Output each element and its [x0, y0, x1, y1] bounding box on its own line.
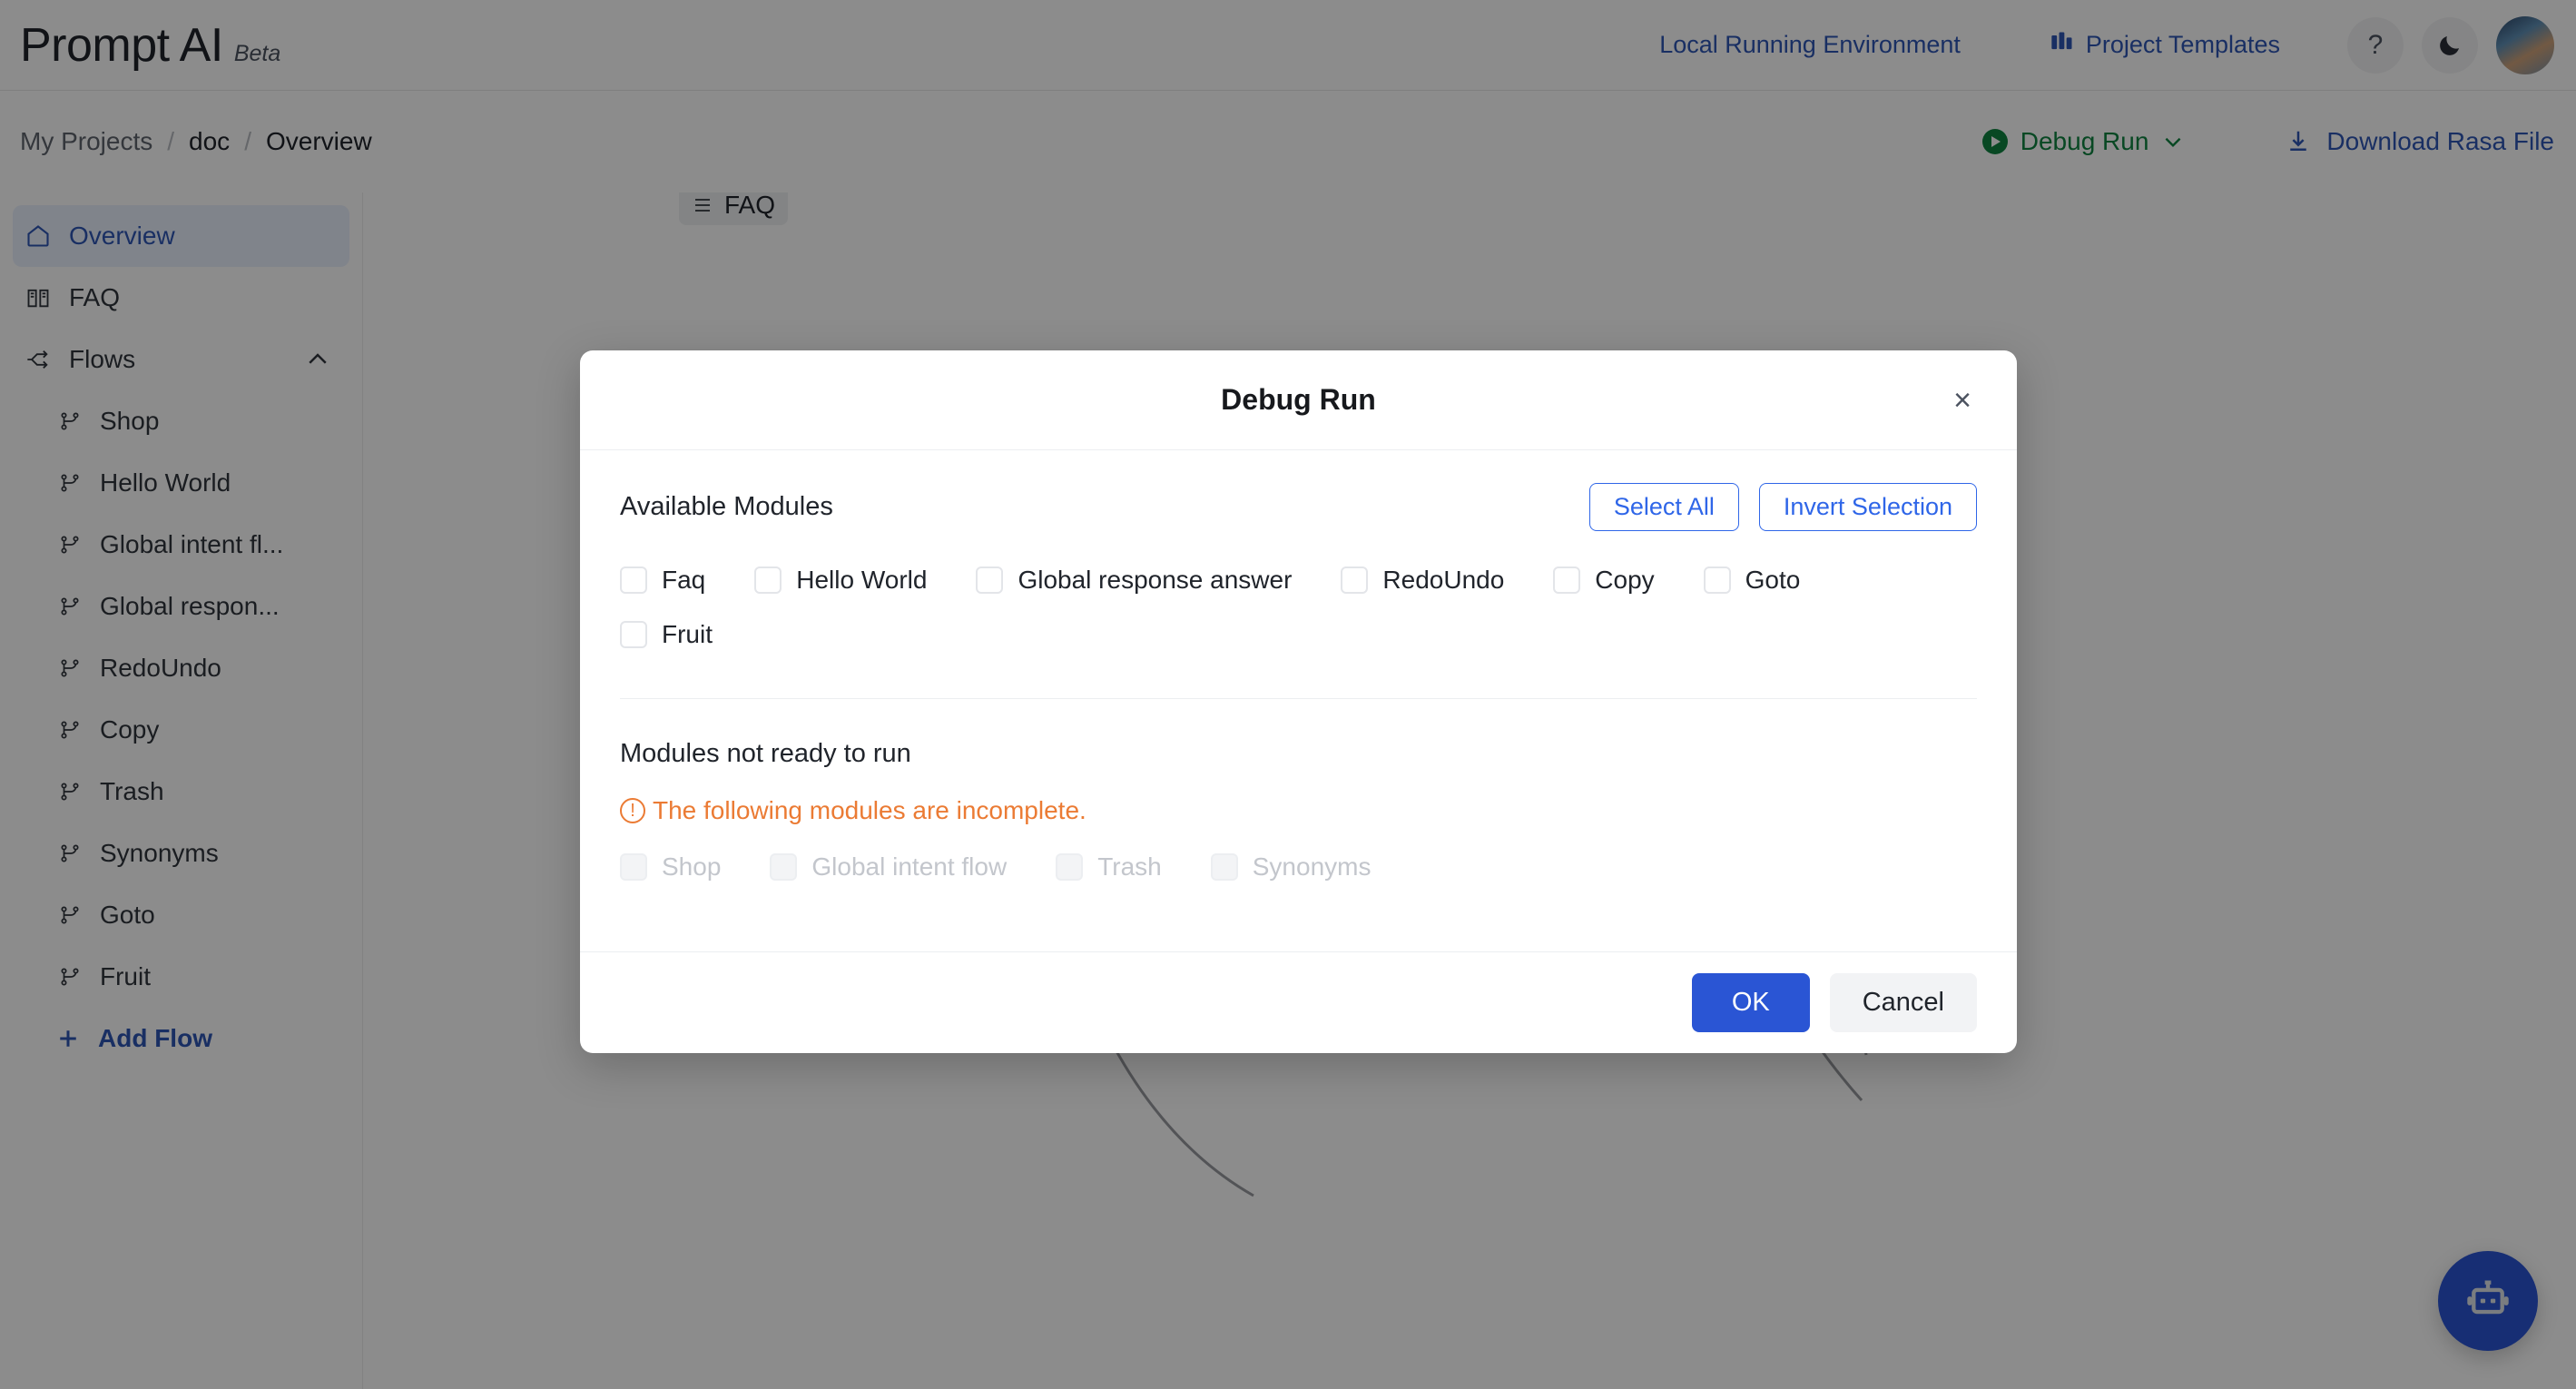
checkbox-box-disabled — [770, 853, 798, 881]
incomplete-module-label: Synonyms — [1252, 852, 1372, 881]
debug-run-dialog: Debug Run × Available Modules Select All… — [580, 350, 2017, 1053]
incomplete-checkbox-global-intent-flow: Global intent flow — [770, 845, 1007, 889]
available-modules-header: Available Modules Select All Invert Sele… — [620, 483, 1977, 531]
module-label: Copy — [1595, 566, 1655, 594]
dialog-title: Debug Run — [1221, 383, 1376, 416]
module-checkbox-goto[interactable]: Goto — [1703, 558, 1801, 602]
module-label: Faq — [662, 566, 706, 594]
selection-actions: Select All Invert Selection — [1588, 483, 1977, 531]
module-label: Hello World — [796, 566, 928, 594]
module-label: Global response answer — [1018, 566, 1293, 594]
cancel-button[interactable]: Cancel — [1829, 973, 1977, 1032]
modules-not-ready-label: Modules not ready to run — [620, 739, 911, 768]
incomplete-module-label: Trash — [1097, 852, 1162, 881]
section-divider — [620, 698, 1977, 699]
module-checkbox-copy[interactable]: Copy — [1553, 558, 1655, 602]
module-label: Goto — [1745, 566, 1801, 594]
checkbox-box-disabled — [620, 853, 647, 881]
checkbox-box[interactable] — [1341, 566, 1369, 594]
module-label: Fruit — [662, 620, 713, 648]
close-icon[interactable]: × — [1944, 382, 1981, 419]
exclamation-circle-icon: ! — [620, 798, 645, 823]
dialog-footer: OK Cancel — [580, 951, 2017, 1053]
incomplete-checkbox-trash: Trash — [1056, 845, 1162, 889]
module-label: RedoUndo — [1382, 566, 1505, 594]
available-modules-list: Faq Hello World Global response answer R… — [620, 558, 1977, 656]
incomplete-module-label: Shop — [662, 852, 722, 881]
module-checkbox-global-response-answer[interactable]: Global response answer — [976, 558, 1292, 602]
module-checkbox-faq[interactable]: Faq — [620, 558, 705, 602]
checkbox-box-disabled — [1056, 853, 1084, 881]
checkbox-box[interactable] — [620, 566, 647, 594]
checkbox-box[interactable] — [620, 621, 647, 648]
incomplete-modules-list: Shop Global intent flow Trash Synonyms — [620, 845, 1977, 889]
select-all-button[interactable]: Select All — [1588, 483, 1739, 531]
incomplete-warning-text: The following modules are incomplete. — [653, 796, 1086, 824]
invert-selection-button[interactable]: Invert Selection — [1758, 483, 1977, 531]
checkbox-box[interactable] — [1553, 566, 1581, 594]
app-root: Prompt AI Beta Local Running Environment… — [0, 0, 2576, 1389]
dialog-header: Debug Run × — [580, 350, 2017, 450]
module-checkbox-fruit[interactable]: Fruit — [620, 613, 1928, 656]
dialog-body: Available Modules Select All Invert Sele… — [580, 450, 2017, 951]
incomplete-warning: ! The following modules are incomplete. — [620, 796, 1977, 825]
checkbox-box[interactable] — [1703, 566, 1731, 594]
checkbox-box[interactable] — [976, 566, 1004, 594]
incomplete-checkbox-shop: Shop — [620, 845, 721, 889]
not-ready-section: Modules not ready to run ! The following… — [620, 739, 1977, 889]
available-modules-label: Available Modules — [620, 492, 833, 521]
ok-button[interactable]: OK — [1691, 973, 1810, 1032]
incomplete-checkbox-synonyms: Synonyms — [1210, 845, 1372, 889]
module-checkbox-redoundo[interactable]: RedoUndo — [1341, 558, 1504, 602]
checkbox-box[interactable] — [754, 566, 782, 594]
module-checkbox-hello-world[interactable]: Hello World — [754, 558, 927, 602]
checkbox-box-disabled — [1210, 853, 1238, 881]
incomplete-module-label: Global intent flow — [811, 852, 1008, 881]
